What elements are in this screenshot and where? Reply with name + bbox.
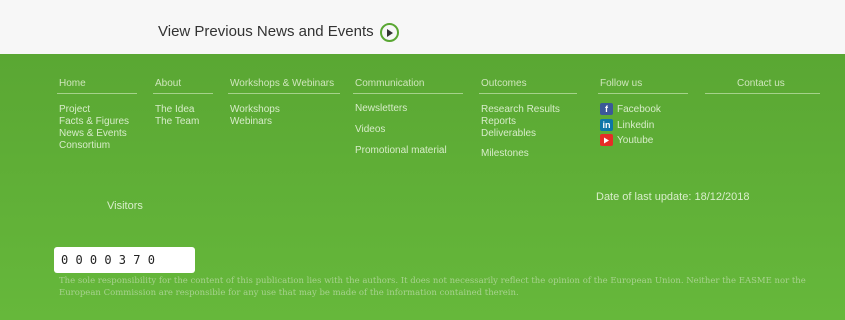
nav-item-workshops[interactable]: Workshops	[230, 104, 280, 115]
nav-divider	[153, 93, 213, 94]
nav-item-idea[interactable]: The Idea	[155, 104, 194, 115]
nav-heading-communication[interactable]: Communication	[355, 78, 424, 89]
nav-divider	[57, 93, 137, 94]
nav-item-consortium[interactable]: Consortium	[59, 140, 110, 151]
facebook-label: Facebook	[617, 103, 661, 115]
facebook-link[interactable]: f Facebook	[600, 103, 661, 115]
visitor-counter: 0 0 0 0 3 7 0	[54, 247, 195, 273]
youtube-icon	[600, 134, 613, 146]
nav-divider	[705, 93, 820, 94]
nav-item-newsletters[interactable]: Newsletters	[355, 103, 407, 114]
nav-item-webinars[interactable]: Webinars	[230, 116, 272, 127]
nav-item-facts[interactable]: Facts & Figures	[59, 116, 129, 127]
nav-heading-follow: Follow us	[600, 78, 643, 89]
youtube-label: Youtube	[617, 134, 654, 146]
nav-heading-workshops[interactable]: Workshops & Webinars	[230, 78, 334, 89]
nav-divider	[353, 93, 463, 94]
nav-heading-about[interactable]: About	[155, 78, 181, 89]
last-update-text: Date of last update: 18/12/2018	[596, 191, 750, 203]
nav-item-team[interactable]: The Team	[155, 116, 199, 127]
linkedin-icon: in	[600, 119, 613, 131]
facebook-icon: f	[600, 103, 613, 115]
nav-divider	[228, 93, 340, 94]
nav-heading-contact[interactable]: Contact us	[737, 78, 785, 89]
top-bar: View Previous News and Events	[0, 0, 845, 54]
nav-item-reports[interactable]: Reports	[481, 116, 516, 127]
nav-divider	[598, 93, 688, 94]
nav-item-news[interactable]: News & Events	[59, 128, 127, 139]
visitors-label: Visitors	[107, 200, 143, 212]
nav-item-deliverables[interactable]: Deliverables	[481, 128, 536, 139]
nav-item-videos[interactable]: Videos	[355, 124, 385, 135]
linkedin-link[interactable]: in Linkedin	[600, 119, 654, 131]
nav-item-promotional[interactable]: Promotional material	[355, 145, 447, 156]
nav-heading-outcomes[interactable]: Outcomes	[481, 78, 527, 89]
linkedin-label: Linkedin	[617, 119, 655, 131]
nav-divider	[479, 93, 577, 94]
previous-news-link[interactable]: View Previous News and Events	[158, 23, 374, 40]
disclaimer-text: The sole responsibility for the content …	[59, 276, 806, 298]
arrow-right-icon[interactable]	[380, 23, 399, 42]
youtube-link[interactable]: Youtube	[600, 134, 653, 146]
nav-item-milestones[interactable]: Milestones	[481, 148, 529, 159]
nav-heading-home[interactable]: Home	[59, 78, 86, 89]
nav-item-project[interactable]: Project	[59, 104, 90, 115]
nav-item-research[interactable]: Research Results	[481, 104, 560, 115]
footer: Home Project Facts & Figures News & Even…	[0, 54, 845, 320]
